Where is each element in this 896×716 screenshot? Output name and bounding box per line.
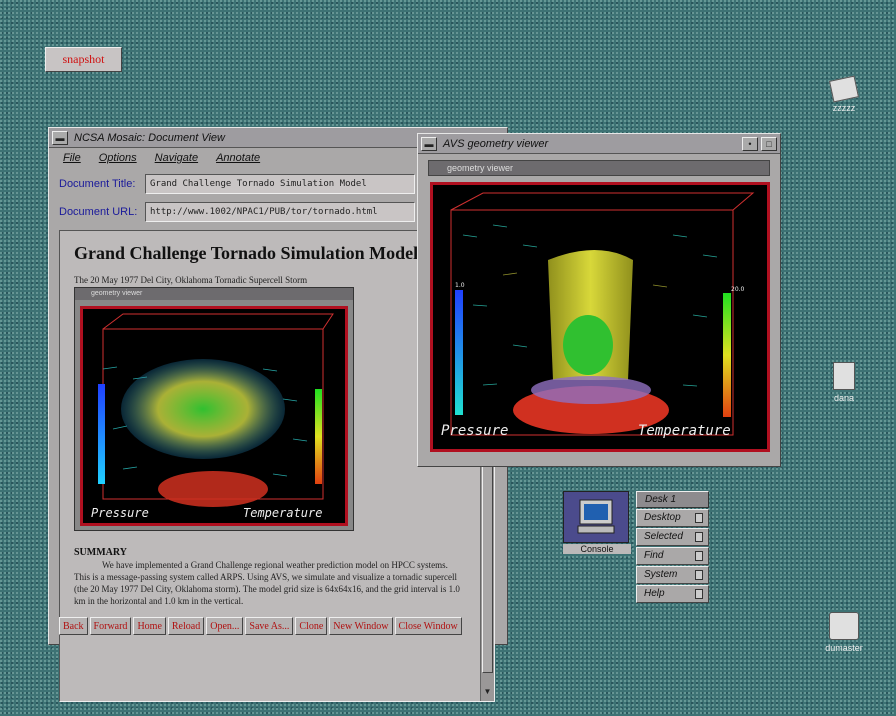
menu-navigate[interactable]: Navigate bbox=[155, 152, 198, 164]
avs-geometry-window: ▬ AVS geometry viewer • □ geometry viewe… bbox=[417, 133, 781, 467]
summary-text: We have implemented a Grand Challenge re… bbox=[74, 560, 460, 606]
menu-file[interactable]: File bbox=[63, 152, 81, 164]
new-window-button[interactable]: New Window bbox=[329, 617, 393, 635]
desk-item-label: System bbox=[644, 569, 678, 580]
document-icon bbox=[833, 362, 855, 390]
geometry-viewer-bar: geometry viewer bbox=[428, 160, 770, 176]
page-subheading: The 20 May 1977 Del City, Oklahoma Torna… bbox=[74, 275, 308, 285]
temperature-scale bbox=[315, 389, 322, 484]
summary-heading: SUMMARY bbox=[74, 547, 127, 558]
embedded-viewer-image[interactable]: geometry viewer Pressure Temperature bbox=[74, 287, 354, 531]
doc-title-field[interactable]: Grand Challenge Tornado Simulation Model bbox=[145, 174, 415, 194]
window-box-icon bbox=[695, 551, 703, 561]
pressure-scale bbox=[98, 384, 105, 484]
maximize-icon[interactable]: □ bbox=[761, 136, 777, 151]
pressure-label: Pressure bbox=[441, 423, 508, 439]
computer-icon bbox=[563, 491, 629, 543]
window-box-icon bbox=[695, 532, 703, 542]
menu-annotate[interactable]: Annotate bbox=[216, 152, 260, 164]
desktop-icon-dumaster[interactable]: dumaster bbox=[814, 612, 874, 653]
desk-item-label: Find bbox=[644, 550, 664, 561]
minimize-icon[interactable]: • bbox=[742, 136, 758, 151]
window-box-icon bbox=[695, 513, 703, 523]
doc-url-field[interactable]: http://www.1002/NPAC1/PUB/tor/tornado.ht… bbox=[145, 202, 415, 222]
window-title: NCSA Mosaic: Document View bbox=[74, 131, 225, 144]
window-box-icon bbox=[695, 570, 703, 580]
geometry-render[interactable]: 1.0 20.0 Pressure Temperature bbox=[430, 182, 770, 452]
embedded-pressure-label: Pressure bbox=[91, 506, 149, 520]
console-icon-button[interactable]: Console bbox=[563, 491, 631, 560]
embedded-temperature-label: Temperature bbox=[243, 506, 322, 520]
doc-url-row: Document URL: http://www.1002/NPAC1/PUB/… bbox=[59, 201, 415, 223]
temperature-scale bbox=[723, 293, 731, 417]
desk-menu: Desk 1 Desktop Selected Find System Help bbox=[636, 491, 709, 603]
desktop-icon-label: dumaster bbox=[825, 643, 863, 653]
open-button[interactable]: Open... bbox=[206, 617, 244, 635]
desk-item-label: Selected bbox=[644, 531, 683, 542]
desktop-icon-dana[interactable]: dana bbox=[814, 362, 874, 403]
window-box-icon bbox=[695, 589, 703, 599]
desk-item-system[interactable]: System bbox=[636, 566, 709, 584]
tornado-render: 1.0 20.0 Pressure Temperature bbox=[441, 192, 755, 439]
back-button[interactable]: Back bbox=[59, 617, 88, 635]
page-heading: Grand Challenge Tornado Simulation Model bbox=[74, 243, 419, 263]
pressure-scale-value: 1.0 bbox=[455, 282, 465, 289]
window-menu-icon[interactable]: ▬ bbox=[52, 130, 68, 145]
reload-button[interactable]: Reload bbox=[167, 617, 205, 635]
doc-url-label: Document URL: bbox=[59, 206, 138, 218]
pressure-scale bbox=[455, 290, 463, 415]
desktop-icon-zzzzz[interactable]: zzzzz bbox=[814, 75, 874, 113]
menu-options[interactable]: Options bbox=[99, 152, 137, 164]
desk-item-find[interactable]: Find bbox=[636, 547, 709, 565]
desk-item-label: Desktop bbox=[644, 512, 681, 523]
clone-button[interactable]: Clone bbox=[295, 617, 328, 635]
desk-item-label: Help bbox=[644, 588, 665, 599]
embedded-render: Pressure Temperature bbox=[80, 306, 348, 526]
temperature-label: Temperature bbox=[638, 423, 731, 439]
scroll-down-icon[interactable]: ▼ bbox=[482, 687, 493, 699]
desk-item-desktop[interactable]: Desktop bbox=[636, 509, 709, 527]
printer-icon bbox=[829, 612, 859, 640]
avs-titlebar[interactable]: ▬ AVS geometry viewer • □ bbox=[418, 134, 780, 154]
save-as-button[interactable]: Save As... bbox=[245, 617, 294, 635]
desk-item-selected[interactable]: Selected bbox=[636, 528, 709, 546]
window-menu-icon[interactable]: ▬ bbox=[421, 136, 437, 151]
console-label: Console bbox=[563, 544, 631, 554]
doc-title-label: Document Title: bbox=[59, 178, 136, 190]
window-title: AVS geometry viewer bbox=[443, 137, 549, 150]
desk-menu-title[interactable]: Desk 1 bbox=[636, 491, 709, 508]
home-button[interactable]: Home bbox=[133, 617, 166, 635]
snapshot-button[interactable]: snapshot bbox=[45, 47, 122, 72]
doc-title-row: Document Title: Grand Challenge Tornado … bbox=[59, 173, 415, 195]
desk-item-help[interactable]: Help bbox=[636, 585, 709, 603]
close-window-button[interactable]: Close Window bbox=[394, 617, 462, 635]
temperature-scale-value: 20.0 bbox=[731, 286, 745, 293]
file-icon bbox=[828, 75, 860, 103]
embedded-viewer-title: geometry viewer bbox=[75, 288, 353, 300]
navigation-button-bar: Back Forward Home Reload Open... Save As… bbox=[59, 617, 462, 635]
desktop-icon-label: zzzzz bbox=[832, 103, 856, 113]
tornado-render-small: Pressure Temperature bbox=[91, 313, 334, 520]
forward-button[interactable]: Forward bbox=[89, 617, 132, 635]
desktop-icon-label: dana bbox=[833, 393, 855, 403]
